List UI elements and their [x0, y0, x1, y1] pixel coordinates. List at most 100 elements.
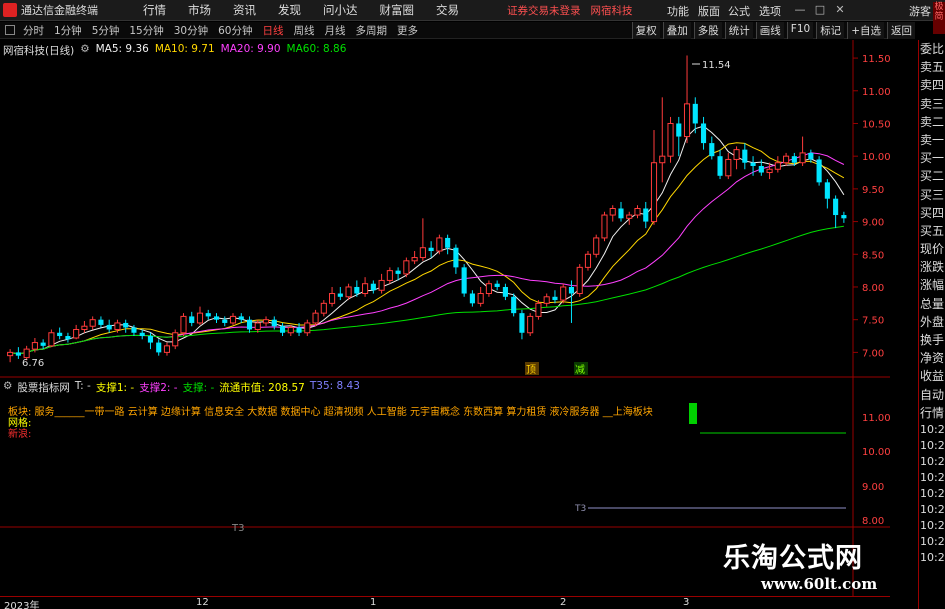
candle-body[interactable] [717, 156, 723, 176]
candle-body[interactable] [543, 296, 550, 304]
candle-body[interactable] [445, 237, 451, 248]
candle-body[interactable] [527, 315, 534, 334]
menu-news[interactable]: 资讯 [233, 2, 256, 18]
checkbox-icon[interactable] [5, 25, 15, 35]
candle-body[interactable] [626, 214, 633, 219]
menu-ask[interactable]: 问小达 [323, 2, 358, 18]
menu-discover[interactable]: 发现 [278, 2, 301, 18]
warning-stock[interactable]: 网宿科技 [591, 3, 633, 18]
candle-body[interactable] [89, 319, 96, 327]
maximize-icon[interactable]: □ [813, 3, 827, 17]
candle-body[interactable] [576, 266, 583, 295]
candle-body[interactable] [271, 319, 277, 327]
candle-body[interactable] [81, 325, 88, 330]
candle-body[interactable] [279, 326, 286, 333]
menu-options[interactable]: 选项 [759, 3, 781, 19]
candle-body[interactable] [229, 315, 237, 324]
minimize-icon[interactable]: — [793, 3, 807, 17]
candle-body[interactable] [304, 322, 311, 334]
period-1min[interactable]: 1分钟 [52, 23, 84, 38]
menu-formula[interactable]: 公式 [728, 3, 750, 19]
candle-body[interactable] [568, 286, 575, 294]
restore-rights-button[interactable]: 复权 [631, 22, 660, 39]
minimal-badge[interactable]: 极简 [933, 2, 945, 34]
candle-body[interactable] [114, 322, 121, 330]
multi-stock-button[interactable]: 多股 [693, 22, 722, 39]
candle-body[interactable] [758, 165, 764, 173]
candle-body[interactable] [584, 253, 592, 268]
candle-body[interactable] [354, 286, 360, 294]
candle-body[interactable] [329, 293, 336, 304]
sidebar-label[interactable]: 行情 [919, 404, 945, 422]
candle-body[interactable] [609, 208, 616, 216]
indicator-name[interactable]: 股票指标网 [17, 380, 70, 395]
menu-trade[interactable]: 交易 [436, 2, 459, 18]
candle-body[interactable] [147, 336, 154, 343]
candle-body[interactable] [362, 283, 369, 295]
candle-body[interactable] [725, 158, 732, 177]
statistics-button[interactable]: 统计 [724, 22, 753, 39]
candle-body[interactable] [766, 168, 773, 174]
candle-body[interactable] [139, 332, 145, 337]
menu-layout[interactable]: 版面 [698, 3, 720, 19]
candle-body[interactable] [601, 214, 608, 239]
candle-body[interactable] [40, 342, 46, 346]
candle-body[interactable] [386, 270, 393, 281]
candle-body[interactable] [23, 348, 30, 359]
candle-body[interactable] [411, 257, 418, 262]
period-more[interactable]: 更多 [395, 23, 420, 38]
period-5min[interactable]: 5分钟 [90, 23, 122, 38]
candle-body[interactable] [833, 198, 839, 216]
candle-body[interactable] [618, 208, 624, 219]
candle-body[interactable] [189, 316, 195, 323]
candle-body[interactable] [841, 215, 847, 219]
indicator-gear-icon[interactable]: ⚙ [3, 380, 12, 395]
candle-body[interactable] [205, 313, 211, 317]
candle-body[interactable] [238, 316, 244, 320]
candle-body[interactable] [692, 103, 698, 124]
period-multi[interactable]: 多周期 [354, 23, 390, 38]
candle-body[interactable] [453, 247, 459, 268]
candle-body[interactable] [378, 279, 385, 291]
candle-body[interactable] [799, 152, 806, 164]
candle-body[interactable] [320, 302, 327, 314]
f10-button[interactable]: F10 [786, 22, 814, 39]
candle-body[interactable] [73, 328, 80, 339]
candle-body[interactable] [750, 162, 756, 166]
candle-body[interactable] [733, 149, 740, 160]
candle-body[interactable] [709, 143, 715, 157]
mark-button[interactable]: 标记 [816, 22, 845, 39]
candle-body[interactable] [246, 319, 253, 330]
candle-body[interactable] [742, 149, 748, 163]
candle-body[interactable] [659, 155, 666, 164]
candle-body[interactable] [337, 293, 343, 297]
candle-body[interactable] [419, 247, 426, 259]
candle-body[interactable] [494, 283, 500, 287]
candle-body[interactable] [196, 312, 204, 324]
menu-quotes[interactable]: 行情 [143, 2, 166, 18]
candle-body[interactable] [345, 286, 352, 298]
sidebar-label[interactable]: 自动 [919, 386, 945, 404]
candle-body[interactable] [15, 352, 21, 356]
candle-body[interactable] [403, 260, 410, 275]
candle-body[interactable] [667, 122, 674, 157]
menu-wealth[interactable]: 财富圈 [380, 2, 415, 18]
candle-body[interactable] [634, 208, 641, 216]
guest-label[interactable]: 游客 [909, 3, 931, 19]
candle-body[interactable] [180, 315, 187, 334]
period-15min[interactable]: 15分钟 [127, 23, 165, 38]
candle-body[interactable] [683, 103, 691, 138]
candle-body[interactable] [65, 336, 71, 340]
candle-body[interactable] [477, 293, 484, 304]
candle-body[interactable] [123, 322, 129, 328]
candle-body[interactable] [287, 327, 294, 334]
candle-body[interactable] [783, 155, 790, 164]
candle-body[interactable] [643, 208, 649, 222]
candle-body[interactable] [370, 283, 376, 291]
candle-body[interactable] [700, 123, 707, 144]
candle-body[interactable] [519, 313, 525, 333]
candle-body[interactable] [31, 342, 38, 350]
menu-function[interactable]: 功能 [667, 3, 689, 19]
candle-body[interactable] [791, 156, 797, 163]
candle-body[interactable] [816, 159, 822, 183]
